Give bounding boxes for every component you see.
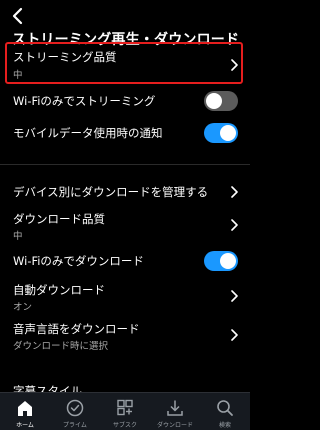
wifi-only-download-row: Wi-Fiのみでダウンロード — [0, 248, 250, 274]
tab-downloads[interactable]: ダウンロード — [150, 393, 200, 430]
wifi-only-streaming-row: Wi-Fiのみでストリーミング — [0, 88, 250, 114]
bottom-tab-bar: ホーム プライム サブスク ダウンロード 検索 — [0, 392, 250, 430]
tab-label: 検索 — [218, 422, 231, 429]
tab-subscriptions[interactable]: サブスク — [100, 393, 150, 430]
search-icon — [217, 400, 233, 416]
chevron-right-icon — [231, 59, 238, 71]
auto-download-value: オン — [13, 302, 33, 313]
tab-home[interactable]: ホーム — [0, 393, 50, 430]
audio-language-download-label: 音声言語をダウンロード — [13, 322, 140, 336]
wifi-only-download-toggle[interactable] — [204, 251, 238, 271]
back-arrow-icon[interactable] — [8, 6, 28, 26]
mobile-data-notify-row: モバイルデータ使用時の通知 — [0, 120, 250, 146]
tab-prime[interactable]: プライム — [50, 393, 100, 430]
download-quality-label: ダウンロード品質 — [13, 212, 105, 226]
mobile-data-notify-toggle[interactable] — [204, 123, 238, 143]
wifi-only-download-label: Wi-Fiのみでダウンロード — [13, 254, 144, 268]
download-quality-row[interactable]: ダウンロード品質 中 — [0, 208, 250, 242]
home-icon — [18, 401, 32, 416]
download-quality-value: 中 — [13, 231, 23, 242]
tab-label: ホーム — [16, 422, 34, 429]
prime-check-icon — [66, 399, 84, 417]
wifi-only-streaming-label: Wi-Fiのみでストリーミング — [13, 94, 156, 108]
manage-downloads-by-device-row[interactable]: デバイス別にダウンロードを管理する — [0, 178, 250, 204]
streaming-quality-label: ストリーミング品質 — [13, 50, 117, 64]
subscriptions-icon — [117, 399, 133, 416]
tab-label: プライム — [63, 422, 87, 429]
chevron-right-icon — [231, 219, 238, 231]
chevron-right-icon — [231, 329, 238, 341]
audio-language-download-row[interactable]: 音声言語をダウンロード ダウンロード時に選択 — [0, 318, 250, 352]
tab-label: サブスク — [112, 422, 137, 429]
download-icon — [167, 400, 183, 416]
auto-download-label: 自動ダウンロード — [13, 283, 105, 297]
streaming-quality-row[interactable]: ストリーミング品質 中 — [0, 45, 250, 83]
section-divider — [0, 164, 250, 165]
toggle-knob — [220, 253, 236, 269]
streaming-quality-value: 中 — [13, 70, 23, 81]
toggle-knob — [206, 93, 222, 109]
manage-downloads-by-device-label: デバイス別にダウンロードを管理する — [13, 185, 209, 199]
mobile-data-notify-label: モバイルデータ使用時の通知 — [13, 126, 163, 140]
wifi-only-streaming-toggle[interactable] — [204, 91, 238, 111]
chevron-right-icon — [231, 186, 238, 198]
auto-download-row[interactable]: 自動ダウンロード オン — [0, 279, 250, 313]
tab-search[interactable]: 検索 — [200, 393, 250, 430]
audio-language-download-value: ダウンロード時に選択 — [13, 341, 109, 352]
chevron-right-icon — [231, 290, 238, 302]
toggle-knob — [220, 125, 236, 141]
tab-label: ダウンロード — [156, 422, 193, 429]
